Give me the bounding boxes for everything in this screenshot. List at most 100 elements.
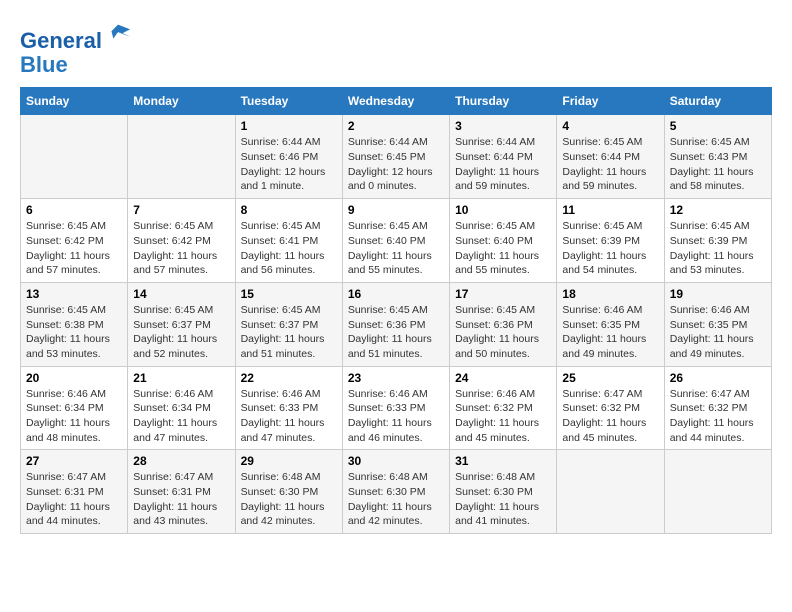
calendar-cell: 6 Sunrise: 6:45 AM Sunset: 6:42 PM Daylig… [21, 199, 128, 283]
day-number: 20 [26, 371, 122, 385]
day-info: Sunrise: 6:47 AM Sunset: 6:31 PM Dayligh… [26, 470, 122, 529]
day-info: Sunrise: 6:48 AM Sunset: 6:30 PM Dayligh… [241, 470, 337, 529]
day-number: 17 [455, 287, 551, 301]
day-number: 11 [562, 203, 658, 217]
calendar-cell: 4 Sunrise: 6:45 AM Sunset: 6:44 PM Daylig… [557, 115, 664, 199]
day-info: Sunrise: 6:45 AM Sunset: 6:41 PM Dayligh… [241, 219, 337, 278]
day-number: 7 [133, 203, 229, 217]
day-info: Sunrise: 6:46 AM Sunset: 6:34 PM Dayligh… [26, 387, 122, 446]
day-info: Sunrise: 6:45 AM Sunset: 6:38 PM Dayligh… [26, 303, 122, 362]
day-number: 6 [26, 203, 122, 217]
weekday-header-saturday: Saturday [664, 88, 771, 115]
day-number: 2 [348, 119, 444, 133]
day-number: 10 [455, 203, 551, 217]
calendar-cell: 7 Sunrise: 6:45 AM Sunset: 6:42 PM Daylig… [128, 199, 235, 283]
day-info: Sunrise: 6:45 AM Sunset: 6:36 PM Dayligh… [348, 303, 444, 362]
page-header: General Blue [20, 20, 772, 77]
day-info: Sunrise: 6:45 AM Sunset: 6:36 PM Dayligh… [455, 303, 551, 362]
calendar-cell: 18 Sunrise: 6:46 AM Sunset: 6:35 PM Dayli… [557, 282, 664, 366]
day-info: Sunrise: 6:47 AM Sunset: 6:32 PM Dayligh… [562, 387, 658, 446]
calendar-cell: 21 Sunrise: 6:46 AM Sunset: 6:34 PM Dayli… [128, 366, 235, 450]
day-info: Sunrise: 6:44 AM Sunset: 6:45 PM Dayligh… [348, 135, 444, 194]
day-info: Sunrise: 6:45 AM Sunset: 6:42 PM Dayligh… [133, 219, 229, 278]
day-number: 29 [241, 454, 337, 468]
calendar-cell [557, 450, 664, 534]
weekday-header-sunday: Sunday [21, 88, 128, 115]
day-number: 21 [133, 371, 229, 385]
day-number: 4 [562, 119, 658, 133]
calendar-cell: 8 Sunrise: 6:45 AM Sunset: 6:41 PM Daylig… [235, 199, 342, 283]
calendar-cell: 28 Sunrise: 6:47 AM Sunset: 6:31 PM Dayli… [128, 450, 235, 534]
day-number: 12 [670, 203, 766, 217]
calendar-cell: 2 Sunrise: 6:44 AM Sunset: 6:45 PM Daylig… [342, 115, 449, 199]
day-number: 8 [241, 203, 337, 217]
weekday-header-tuesday: Tuesday [235, 88, 342, 115]
logo-bird-icon [104, 20, 132, 48]
calendar-cell: 27Sunrise: 6:47 AM Sunset: 6:31 PM Dayli… [21, 450, 128, 534]
day-number: 28 [133, 454, 229, 468]
calendar-cell: 10 Sunrise: 6:45 AM Sunset: 6:40 PM Dayli… [450, 199, 557, 283]
day-number: 31 [455, 454, 551, 468]
day-number: 5 [670, 119, 766, 133]
calendar-cell [128, 115, 235, 199]
day-info: Sunrise: 6:45 AM Sunset: 6:40 PM Dayligh… [348, 219, 444, 278]
calendar-cell: 26 Sunrise: 6:47 AM Sunset: 6:32 PM Dayli… [664, 366, 771, 450]
day-info: Sunrise: 6:48 AM Sunset: 6:30 PM Dayligh… [348, 470, 444, 529]
calendar-cell: 24 Sunrise: 6:46 AM Sunset: 6:32 PM Dayli… [450, 366, 557, 450]
day-info: Sunrise: 6:46 AM Sunset: 6:35 PM Dayligh… [670, 303, 766, 362]
weekday-header-monday: Monday [128, 88, 235, 115]
day-number: 9 [348, 203, 444, 217]
day-number: 13 [26, 287, 122, 301]
day-number: 15 [241, 287, 337, 301]
weekday-header-wednesday: Wednesday [342, 88, 449, 115]
day-info: Sunrise: 6:45 AM Sunset: 6:39 PM Dayligh… [562, 219, 658, 278]
calendar-cell: 29 Sunrise: 6:48 AM Sunset: 6:30 PM Dayli… [235, 450, 342, 534]
day-number: 22 [241, 371, 337, 385]
day-info: Sunrise: 6:44 AM Sunset: 6:46 PM Dayligh… [241, 135, 337, 194]
day-number: 16 [348, 287, 444, 301]
day-info: Sunrise: 6:46 AM Sunset: 6:35 PM Dayligh… [562, 303, 658, 362]
weekday-header-friday: Friday [557, 88, 664, 115]
day-info: Sunrise: 6:44 AM Sunset: 6:44 PM Dayligh… [455, 135, 551, 194]
calendar-cell: 22Sunrise: 6:46 AM Sunset: 6:33 PM Dayli… [235, 366, 342, 450]
calendar-cell: 17 Sunrise: 6:45 AM Sunset: 6:36 PM Dayli… [450, 282, 557, 366]
day-info: Sunrise: 6:47 AM Sunset: 6:31 PM Dayligh… [133, 470, 229, 529]
day-info: Sunrise: 6:45 AM Sunset: 6:37 PM Dayligh… [133, 303, 229, 362]
day-info: Sunrise: 6:45 AM Sunset: 6:37 PM Dayligh… [241, 303, 337, 362]
day-info: Sunrise: 6:45 AM Sunset: 6:40 PM Dayligh… [455, 219, 551, 278]
day-info: Sunrise: 6:48 AM Sunset: 6:30 PM Dayligh… [455, 470, 551, 529]
calendar-cell [664, 450, 771, 534]
logo: General Blue [20, 20, 132, 77]
logo-blue: Blue [20, 52, 68, 77]
calendar-cell: 25 Sunrise: 6:47 AM Sunset: 6:32 PM Dayli… [557, 366, 664, 450]
calendar-cell: 9 Sunrise: 6:45 AM Sunset: 6:40 PM Daylig… [342, 199, 449, 283]
day-number: 18 [562, 287, 658, 301]
day-number: 3 [455, 119, 551, 133]
calendar-cell: 15 Sunrise: 6:45 AM Sunset: 6:37 PM Dayli… [235, 282, 342, 366]
calendar-cell: 19 Sunrise: 6:46 AM Sunset: 6:35 PM Dayli… [664, 282, 771, 366]
day-info: Sunrise: 6:46 AM Sunset: 6:34 PM Dayligh… [133, 387, 229, 446]
day-number: 19 [670, 287, 766, 301]
calendar-cell [21, 115, 128, 199]
day-info: Sunrise: 6:47 AM Sunset: 6:32 PM Dayligh… [670, 387, 766, 446]
day-number: 26 [670, 371, 766, 385]
calendar-cell: 30 Sunrise: 6:48 AM Sunset: 6:30 PM Dayli… [342, 450, 449, 534]
calendar-cell: 11 Sunrise: 6:45 AM Sunset: 6:39 PM Dayli… [557, 199, 664, 283]
day-info: Sunrise: 6:46 AM Sunset: 6:33 PM Dayligh… [348, 387, 444, 446]
calendar-cell: 20 Sunrise: 6:46 AM Sunset: 6:34 PM Dayli… [21, 366, 128, 450]
logo-general: General [20, 28, 102, 53]
day-info: Sunrise: 6:46 AM Sunset: 6:32 PM Dayligh… [455, 387, 551, 446]
day-number: 24 [455, 371, 551, 385]
day-info: Sunrise: 6:45 AM Sunset: 6:39 PM Dayligh… [670, 219, 766, 278]
day-number: 30 [348, 454, 444, 468]
calendar-table: SundayMondayTuesdayWednesdayThursdayFrid… [20, 87, 772, 534]
calendar-cell: 13 Sunrise: 6:45 AM Sunset: 6:38 PM Dayli… [21, 282, 128, 366]
calendar-cell: 16 Sunrise: 6:45 AM Sunset: 6:36 PM Dayli… [342, 282, 449, 366]
day-number: 25 [562, 371, 658, 385]
day-number: 1 [241, 119, 337, 133]
day-info: Sunrise: 6:45 AM Sunset: 6:44 PM Dayligh… [562, 135, 658, 194]
calendar-cell: 12 Sunrise: 6:45 AM Sunset: 6:39 PM Dayli… [664, 199, 771, 283]
logo-text: General Blue [20, 20, 132, 77]
day-number: 23 [348, 371, 444, 385]
day-info: Sunrise: 6:45 AM Sunset: 6:42 PM Dayligh… [26, 219, 122, 278]
